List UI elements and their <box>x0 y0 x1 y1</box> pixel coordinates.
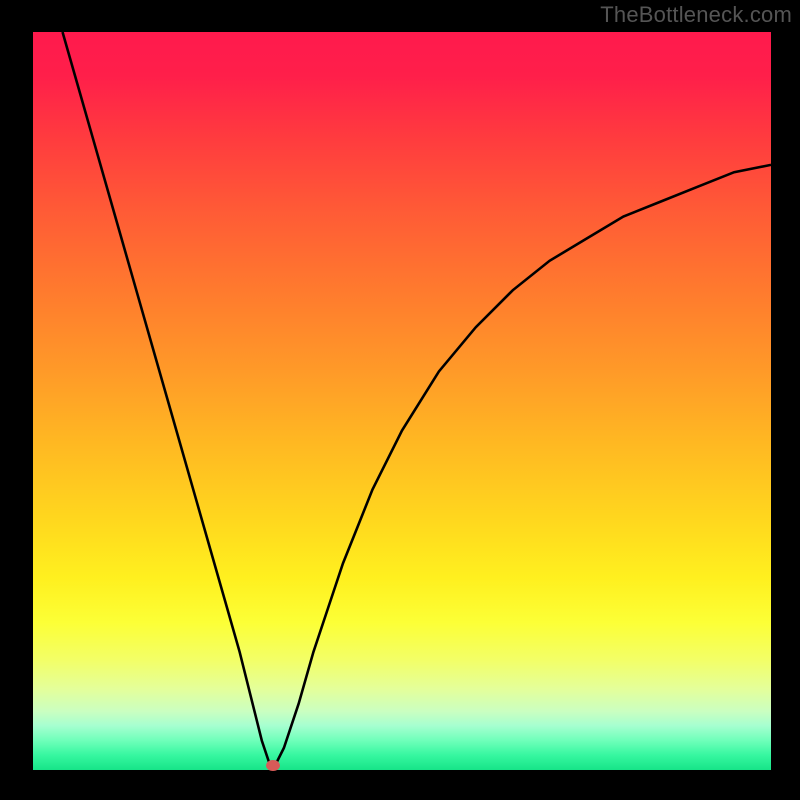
curve-path <box>63 32 771 763</box>
chart-frame: TheBottleneck.com <box>0 0 800 800</box>
bottleneck-curve <box>33 32 771 770</box>
watermark-text: TheBottleneck.com <box>600 2 792 28</box>
